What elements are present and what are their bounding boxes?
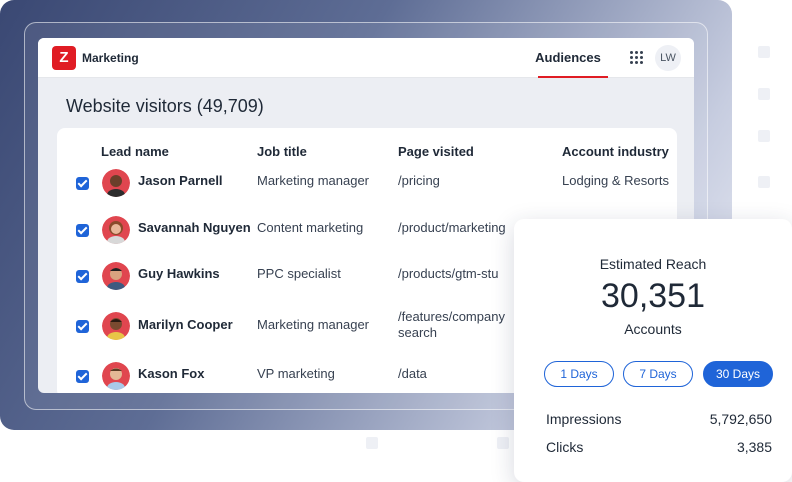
lead-name[interactable]: Jason Parnell <box>138 173 223 188</box>
column-header-account-industry[interactable]: Account industry <box>562 144 669 159</box>
brand-name: Marketing <box>82 51 139 65</box>
page-title: Website visitors (49,709) <box>66 96 264 116</box>
account-industry: Lodging & Resorts <box>562 173 669 188</box>
page-visited: /product/marketing <box>398 220 506 235</box>
impressions-value: 5,792,650 <box>709 411 772 427</box>
lead-name[interactable]: Kason Fox <box>138 366 204 381</box>
row-checkbox[interactable] <box>76 370 89 383</box>
row-checkbox[interactable] <box>76 224 89 237</box>
decor-square <box>758 130 770 142</box>
apps-grid-icon[interactable] <box>630 51 644 65</box>
lead-avatar <box>102 262 130 290</box>
lead-name[interactable]: Marilyn Cooper <box>138 317 233 332</box>
page-visited: /pricing <box>398 173 440 188</box>
job-title: VP marketing <box>257 366 335 381</box>
decor-square <box>758 176 770 188</box>
reach-title: Estimated Reach <box>599 256 707 272</box>
clicks-value: 3,385 <box>736 439 772 455</box>
lead-name[interactable]: Savannah Nguyen <box>138 220 251 235</box>
tab-audiences[interactable]: Audiences <box>528 38 608 78</box>
brand-logo[interactable]: Z <box>52 46 76 70</box>
job-title: Marketing manager <box>257 317 369 332</box>
reach-value: 30,351 <box>601 277 705 315</box>
estimated-reach-card: Estimated Reach 30,351 Accounts 1 Days 7… <box>514 219 792 482</box>
lead-avatar <box>102 362 130 390</box>
lead-avatar <box>102 169 130 197</box>
lead-avatar <box>102 312 130 340</box>
clicks-label: Clicks <box>546 439 584 455</box>
decor-square <box>758 46 770 58</box>
row-checkbox[interactable] <box>76 270 89 283</box>
impressions-label: Impressions <box>546 411 622 427</box>
lead-name[interactable]: Guy Hawkins <box>138 266 220 281</box>
job-title: Content marketing <box>257 220 364 235</box>
job-title: PPC specialist <box>257 266 341 281</box>
decor-square <box>497 437 509 449</box>
range-7-days-button[interactable]: 7 Days <box>623 361 693 387</box>
page-visited: /data <box>398 366 427 381</box>
job-title: Marketing manager <box>257 173 369 188</box>
page-visited: /features/company search <box>398 309 505 340</box>
decor-square <box>758 88 770 100</box>
lead-avatar <box>102 216 130 244</box>
table-row[interactable]: Jason Parnell Marketing manager /pricing… <box>57 161 677 207</box>
column-header-lead-name[interactable]: Lead name <box>101 144 169 159</box>
range-1-days-button[interactable]: 1 Days <box>544 361 614 387</box>
reach-unit: Accounts <box>624 321 682 337</box>
column-header-job-title[interactable]: Job title <box>257 144 307 159</box>
row-checkbox[interactable] <box>76 177 89 190</box>
page-visited: /products/gtm-stu <box>398 266 499 281</box>
app-header: Z Marketing Audiences LW <box>38 38 694 78</box>
row-checkbox[interactable] <box>76 320 89 333</box>
decor-square <box>366 437 378 449</box>
range-30-days-button[interactable]: 30 Days <box>703 361 773 387</box>
column-header-page-visited[interactable]: Page visited <box>398 144 474 159</box>
user-avatar[interactable]: LW <box>655 45 681 71</box>
